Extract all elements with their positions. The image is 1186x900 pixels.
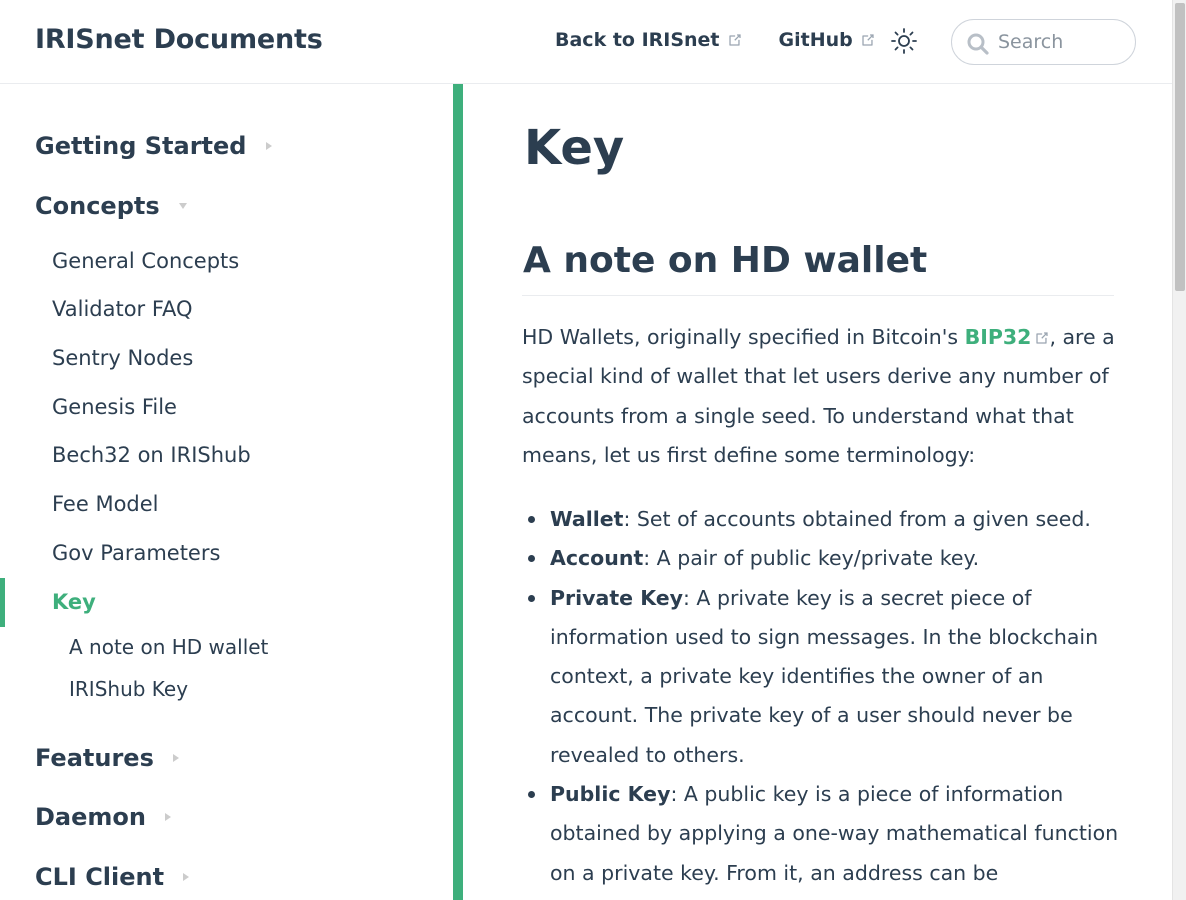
scrollbar-thumb[interactable] [1175, 3, 1185, 291]
page-title: Key [524, 120, 625, 176]
sidebar-subitem-hd-wallet[interactable]: A note on HD wallet [69, 635, 268, 659]
sidebar-subitem-irishub-key[interactable]: IRIShub Key [69, 677, 188, 701]
sun-icon [891, 28, 917, 54]
term-name: Wallet [550, 507, 624, 531]
sidebar-item-bech32[interactable]: Bech32 on IRIShub [52, 443, 251, 467]
theme-toggle-button[interactable] [890, 27, 918, 55]
sidebar-group-label: Features [35, 744, 154, 772]
navbar: IRISnet Documents Back to IRISnet GitHub [0, 0, 1172, 84]
sidebar-item-genesis-file[interactable]: Genesis File [52, 395, 177, 419]
sidebar-group-features[interactable]: Features [35, 744, 179, 772]
section-heading: A note on HD wallet [523, 240, 928, 281]
nav-links: Back to IRISnet GitHub [555, 29, 912, 51]
list-item: Public Key: A public key is a piece of i… [528, 775, 1120, 893]
sidebar: Getting Started Concepts General Concept… [0, 84, 453, 900]
sidebar-item-key[interactable]: Key [52, 590, 96, 614]
term-name: Public Key [550, 782, 671, 807]
sidebar-divider[interactable] [453, 84, 463, 900]
nav-link-label: Back to IRISnet [555, 29, 720, 51]
nav-link-back-to-irisnet[interactable]: Back to IRISnet [555, 29, 743, 51]
sidebar-group-getting-started[interactable]: Getting Started [35, 132, 272, 160]
sidebar-item-fee-model[interactable]: Fee Model [52, 492, 159, 516]
intro-text-before: HD Wallets, originally specified in Bitc… [522, 325, 965, 349]
external-link-icon [727, 32, 743, 48]
sidebar-group-label: Concepts [35, 192, 160, 220]
term-definition: : A pair of public key/private key. [643, 546, 980, 571]
sidebar-item-sentry-nodes[interactable]: Sentry Nodes [52, 346, 193, 370]
page-scrollbar[interactable] [1172, 0, 1186, 900]
terminology-list: Wallet: Set of accounts obtained from a … [528, 500, 1120, 893]
bip32-link[interactable]: BIP32 [965, 325, 1050, 349]
sidebar-item-gov-parameters[interactable]: Gov Parameters [52, 541, 220, 565]
site-name[interactable]: IRISnet Documents [35, 24, 323, 55]
term-definition: : Set of accounts obtained from a given … [623, 507, 1091, 531]
sidebar-group-daemon[interactable]: Daemon [35, 803, 171, 831]
sidebar-group-label: Getting Started [35, 132, 247, 160]
term-name: Private Key [550, 585, 683, 610]
active-item-marker [0, 578, 5, 627]
intro-paragraph: HD Wallets, originally specified in Bitc… [522, 318, 1118, 475]
chevron-down-icon [178, 203, 187, 209]
list-item: Account: A pair of public key/private ke… [528, 539, 1120, 578]
chevron-right-icon [164, 813, 171, 821]
sidebar-group-cli-client[interactable]: CLI Client [35, 863, 190, 891]
sidebar-item-general-concepts[interactable]: General Concepts [52, 249, 239, 273]
search-icon [966, 32, 990, 56]
sidebar-group-label: CLI Client [35, 863, 165, 891]
bip32-link-label: BIP32 [964, 325, 1032, 349]
search-box[interactable] [951, 19, 1136, 65]
nav-link-label: GitHub [778, 29, 853, 51]
chevron-right-icon [183, 873, 190, 881]
sidebar-item-validator-faq[interactable]: Validator FAQ [52, 297, 193, 321]
nav-link-github[interactable]: GitHub [779, 29, 876, 51]
list-item: Private Key: A private key is a secret p… [528, 579, 1120, 775]
sidebar-group-label: Daemon [35, 803, 146, 831]
chevron-right-icon [172, 754, 179, 762]
term-definition: : A private key is a secret piece of inf… [550, 585, 1099, 767]
chevron-right-icon [265, 142, 272, 150]
search-input[interactable] [998, 29, 1128, 55]
external-link-icon [860, 32, 876, 48]
list-item: Wallet: Set of accounts obtained from a … [528, 500, 1120, 539]
heading-divider [522, 295, 1114, 296]
sidebar-group-concepts[interactable]: Concepts [35, 192, 187, 220]
term-name: Account [550, 546, 644, 571]
external-link-icon [1034, 330, 1049, 345]
